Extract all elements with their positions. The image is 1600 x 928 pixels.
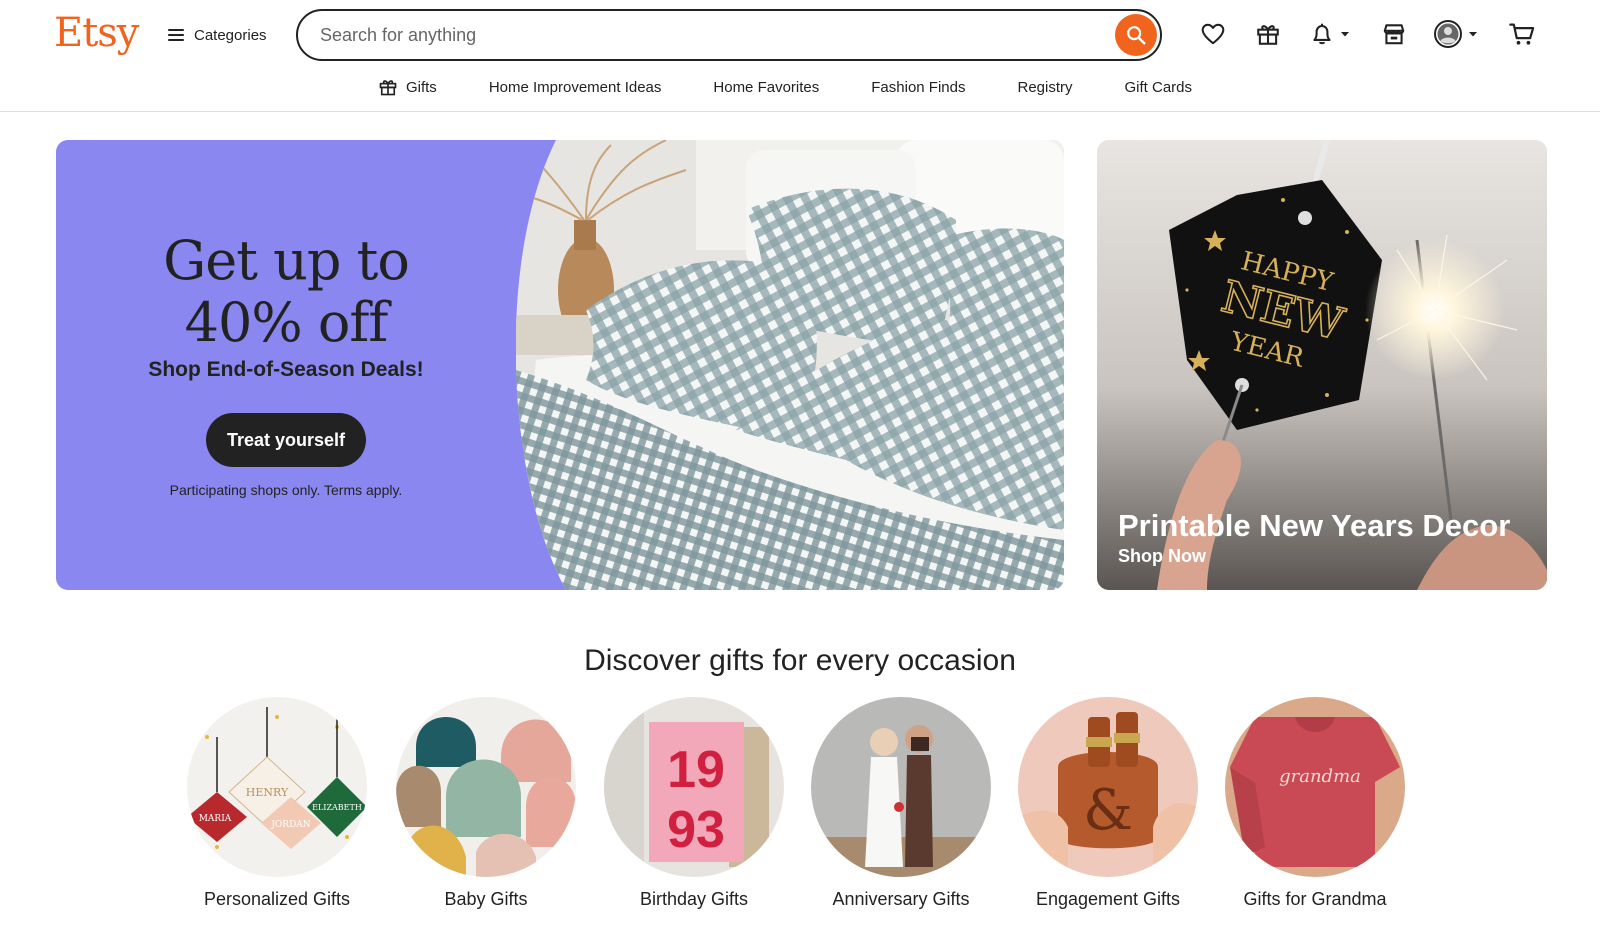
hamburger-icon (168, 29, 184, 41)
nav-home-favorites[interactable]: Home Favorites (713, 74, 819, 100)
category-personalized-gifts[interactable]: HENRY MARIA JORDAN ELIZABETH Personalize… (187, 697, 367, 910)
shop-manager-button[interactable] (1376, 16, 1412, 52)
svg-text:&: & (1083, 778, 1133, 843)
nav-gift-cards[interactable]: Gift Cards (1125, 74, 1193, 100)
category-label: Personalized Gifts (203, 889, 351, 909)
category-image: HENRY MARIA JORDAN ELIZABETH (187, 697, 367, 877)
hero-title-line1: Get up to (163, 229, 410, 292)
category-label: Birthday Gifts (639, 889, 749, 909)
category-birthday-gifts[interactable]: 19 93 Birthday Gifts (604, 697, 784, 910)
discover-heading: Discover gifts for every occasion (584, 644, 1016, 677)
chevron-down-icon (1469, 32, 1477, 37)
poster-bottom-number: 93 (667, 801, 725, 859)
categories-button[interactable]: Categories (168, 22, 267, 48)
hero-copy: Get up to 40% off Shop End-of-Season Dea… (56, 140, 516, 590)
ornament-name-text: MARIA (199, 814, 232, 824)
ornament-name-text: ELIZABETH (312, 803, 362, 812)
category-baby-gifts[interactable]: Baby Gifts (396, 697, 576, 910)
favorites-button[interactable] (1195, 16, 1231, 52)
bell-icon (1313, 23, 1331, 45)
poster-top-number: 19 (667, 741, 725, 799)
ornament-name-text: JORDAN (270, 820, 310, 830)
new-years-decor-promo[interactable]: HAPPY NEW YEAR Printable New Years Decor… (1097, 140, 1547, 590)
category-label: Baby Gifts (444, 889, 528, 909)
category-anniversary-gifts[interactable]: Anniversary Gifts (811, 697, 991, 910)
cart-button[interactable] (1504, 16, 1540, 52)
search-input[interactable] (320, 24, 1080, 46)
site-header: Etsy Categories Search for anything Gift… (0, 0, 1600, 112)
heart-icon (1201, 23, 1225, 45)
nav-gifts-label: Gifts (405, 78, 437, 96)
hero-banner: Get up to 40% off Shop End-of-Season Dea… (56, 140, 1064, 590)
hero-terms: Participating shops only. Terms apply. (169, 482, 403, 498)
category-image (811, 697, 991, 877)
shop-icon (1383, 24, 1405, 45)
nav-fashion-finds[interactable]: Fashion Finds (871, 74, 965, 100)
category-image: 19 93 (604, 697, 784, 877)
nav-home-improvement-ideas[interactable]: Home Improvement Ideas (489, 74, 662, 100)
search-bar (296, 9, 1162, 61)
gift-icon (1257, 25, 1279, 45)
hero-title: Get up to 40% off (56, 230, 516, 354)
nav-gifts[interactable]: Gifts (378, 74, 437, 100)
category-image (396, 697, 576, 877)
search-button[interactable] (1115, 14, 1157, 56)
category-gifts-for-grandma[interactable]: grandma Gifts for Grandma (1225, 697, 1405, 910)
gift-icon (379, 80, 397, 96)
hero-subtitle: Shop End-of-Season Deals! (148, 358, 424, 381)
category-label: Engagement Gifts (1035, 889, 1181, 909)
categories-label: Categories (194, 26, 267, 44)
category-label: Anniversary Gifts (832, 889, 970, 909)
category-image: grandma (1225, 697, 1405, 877)
chevron-down-icon (1341, 32, 1349, 37)
account-button[interactable] (1430, 16, 1482, 52)
shop-now-link[interactable]: Shop Now (1118, 546, 1206, 567)
hero-title-line2: 40% off (184, 291, 389, 354)
notifications-button[interactable] (1304, 16, 1356, 52)
gift-mode-button[interactable] (1250, 16, 1286, 52)
avatar-icon (1434, 20, 1462, 48)
category-label: Gifts for Grandma (1243, 889, 1387, 909)
category-image: & (1018, 697, 1198, 877)
nav-registry[interactable]: Registry (1017, 74, 1072, 100)
treat-yourself-button[interactable]: Treat yourself (206, 413, 366, 467)
etsy-logo[interactable]: Etsy (54, 10, 139, 56)
search-icon (1127, 26, 1146, 45)
hero-bedding-image[interactable] (516, 140, 1064, 590)
cart-icon (1509, 23, 1535, 45)
shirt-text: grandma (1279, 766, 1361, 787)
category-engagement-gifts[interactable]: & Engagement Gifts (1018, 697, 1198, 910)
ornament-name-text: HENRY (246, 786, 289, 799)
secondary-nav: Gifts Home Improvement Ideas Home Favori… (0, 74, 1600, 100)
promo-title: Printable New Years Decor (1118, 508, 1511, 543)
